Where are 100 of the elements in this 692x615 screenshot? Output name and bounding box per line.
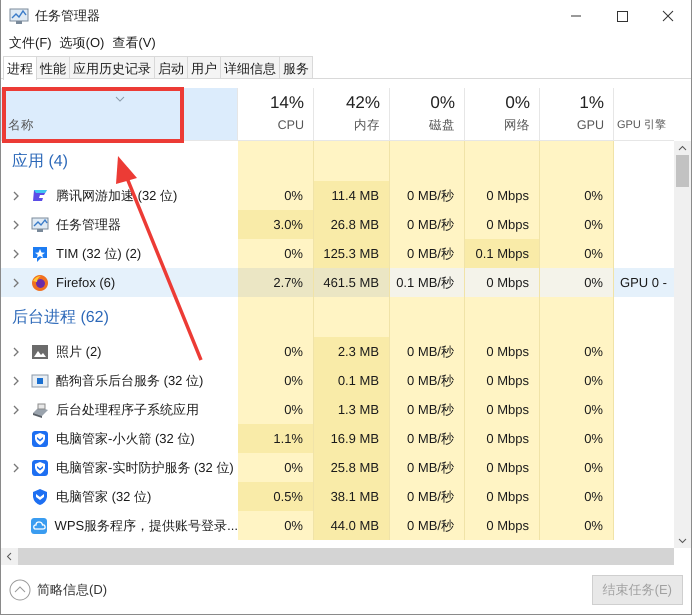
tab[interactable]: 服务: [279, 56, 313, 78]
process-row[interactable]: 酷狗音乐后台服务 (32 位) 0% 0.1 MB 0 MB/秒 0 Mbps 0%: [1, 366, 674, 395]
column-header[interactable]: GPU 引擎: [614, 88, 674, 140]
table-cell: 0%: [238, 239, 314, 268]
table-cell: 44.0 MB: [314, 511, 390, 540]
shield-icon: [31, 488, 49, 506]
column-label: 名称: [8, 117, 34, 134]
expand-chevron-icon[interactable]: [12, 190, 20, 200]
expand-chevron-icon[interactable]: [12, 248, 20, 258]
tab[interactable]: 启动: [154, 56, 188, 78]
process-name: TIM (32 位) (2): [56, 244, 142, 262]
table-cell: 0.1 MB: [314, 366, 390, 395]
process-row[interactable]: 电脑管家 (32 位) 0.5% 38.1 MB 0 MB/秒 0 Mbps 0%: [1, 482, 674, 511]
table-cell: 0 MB/秒: [390, 453, 465, 482]
table-cell: 0 MB/秒: [390, 181, 465, 210]
table-cell: 0 MB/秒: [390, 511, 465, 540]
sort-chevron-icon: [115, 96, 125, 102]
photo-icon: [31, 342, 49, 360]
table-cell: 0%: [540, 181, 614, 210]
usage-percent: 0%: [430, 92, 455, 114]
table-cell: 0.1 MB/秒: [390, 268, 465, 297]
process-row[interactable]: 任务管理器 3.0% 26.8 MB 0 MB/秒 0 Mbps 0%: [1, 210, 674, 239]
table-cell: 0 Mbps: [465, 482, 540, 511]
table-cell: 0%: [540, 424, 614, 453]
tab[interactable]: 用户: [187, 56, 221, 78]
fewer-details-link[interactable]: 简略信息(D): [9, 578, 108, 600]
table-cell: 26.8 MB: [314, 210, 390, 239]
table-cell: 0 MB/秒: [390, 239, 465, 268]
table-cell: 0 Mbps: [465, 366, 540, 395]
group-heading: 后台进程 (62): [11, 308, 109, 328]
table-cell: 0 MB/秒: [390, 366, 465, 395]
tab[interactable]: 应用历史记录: [69, 56, 155, 78]
table-cell: 2.7%: [238, 268, 314, 297]
table-cell: 0%: [540, 210, 614, 239]
tab[interactable]: 进程: [3, 56, 37, 80]
table-cell: 0%: [238, 366, 314, 395]
process-row[interactable]: 后台处理程序子系统应用 0% 1.3 MB 0 MB/秒 0 Mbps 0%: [1, 395, 674, 424]
table-cell: 0%: [540, 268, 614, 297]
expand-chevron-icon[interactable]: [12, 404, 20, 414]
process-row[interactable]: 照片 (2) 0% 2.3 MB 0 MB/秒 0 Mbps 0%: [1, 337, 674, 366]
process-name: 酷狗音乐后台服务 (32 位): [56, 372, 204, 390]
process-row[interactable]: Firefox (6) 2.7% 461.5 MB 0.1 MB/秒 0 Mbps 0% GPU 0 -: [1, 268, 674, 297]
table-cell: 0 Mbps: [465, 210, 540, 239]
table-cell: 0 MB/秒: [390, 424, 465, 453]
table-cell: 0 Mbps: [465, 424, 540, 453]
column-header[interactable]: 0% 网络: [465, 88, 540, 140]
column-header[interactable]: 42% 内存: [314, 88, 390, 140]
table-cell: 16.9 MB: [314, 424, 390, 453]
column-label: 网络: [504, 117, 530, 134]
task-manager-icon: [9, 7, 29, 25]
expand-chevron-icon[interactable]: [12, 376, 20, 386]
table-cell: 11.4 MB: [314, 181, 390, 210]
column-header[interactable]: 0% 磁盘: [390, 88, 465, 140]
table-cell: 0.1 Mbps: [465, 239, 540, 268]
scrollbar-thumb[interactable]: [676, 155, 689, 187]
process-row[interactable]: WPS服务程序，提供账号登录... 0% 44.0 MB 0 MB/秒 0 Mbps 0%: [1, 511, 674, 540]
process-name: 电脑管家-实时防护服务 (32 位): [56, 458, 234, 476]
table-cell: 0 MB/秒: [390, 210, 465, 239]
table-cell: 0%: [540, 453, 614, 482]
menu-item[interactable]: 查看(V): [108, 34, 160, 52]
table-cell: 0%: [238, 453, 314, 482]
usage-percent: 14%: [270, 92, 304, 114]
column-label: 磁盘: [429, 117, 455, 134]
shield-icon: [31, 430, 49, 448]
fox-globe-icon: [31, 274, 49, 292]
process-row[interactable]: 电脑管家-小火箭 (32 位) 1.1% 16.9 MB 0 MB/秒 0 Mbps 0%: [1, 424, 674, 453]
menu-item[interactable]: 选项(O): [56, 34, 108, 52]
vertical-scrollbar[interactable]: [674, 141, 691, 548]
table-cell: 125.3 MB: [314, 239, 390, 268]
column-header[interactable]: 14% CPU: [238, 88, 314, 140]
expand-chevron-icon[interactable]: [12, 346, 20, 356]
group-heading: 应用 (4): [11, 152, 68, 172]
usage-percent: 1%: [579, 92, 604, 114]
table-cell: 0%: [238, 181, 314, 210]
process-name: 后台处理程序子系统应用: [56, 400, 199, 418]
column-label: 内存: [354, 117, 380, 134]
table-cell: 0 MB/秒: [390, 395, 465, 424]
process-name: 照片 (2): [56, 342, 102, 360]
expand-chevron-icon[interactable]: [12, 278, 20, 288]
table-cell: 0%: [238, 337, 314, 366]
table-cell: 0%: [238, 511, 314, 540]
printer-icon: [31, 400, 49, 418]
table-cell: 0%: [540, 366, 614, 395]
process-row[interactable]: 电脑管家-实时防护服务 (32 位) 0% 25.8 MB 0 MB/秒 0 Mbps 0%: [1, 453, 674, 482]
scroll-left-icon[interactable]: [1, 548, 18, 565]
column-header[interactable]: 1% GPU: [540, 88, 614, 140]
tab[interactable]: 性能: [36, 56, 70, 78]
tab[interactable]: 详细信息: [220, 56, 280, 78]
process-row[interactable]: TIM (32 位) (2) 0% 125.3 MB 0 MB/秒 0.1 Mbps 0%: [1, 239, 674, 268]
expand-chevron-icon[interactable]: [12, 462, 20, 472]
menu-item[interactable]: 文件(F): [5, 34, 56, 52]
table-cell: 1.1%: [238, 424, 314, 453]
column-header[interactable]: 名称: [1, 88, 238, 140]
column-label: GPU 引擎: [617, 118, 666, 133]
expand-chevron-icon[interactable]: [12, 220, 20, 230]
column-label: CPU: [278, 117, 304, 134]
table-cell: 0%: [540, 239, 614, 268]
process-row[interactable]: 腾讯网游加速 (32 位) 0% 11.4 MB 0 MB/秒 0 Mbps 0%: [1, 181, 674, 210]
horizontal-scrollbar[interactable]: [1, 548, 674, 565]
process-name: 电脑管家 (32 位): [56, 488, 152, 506]
